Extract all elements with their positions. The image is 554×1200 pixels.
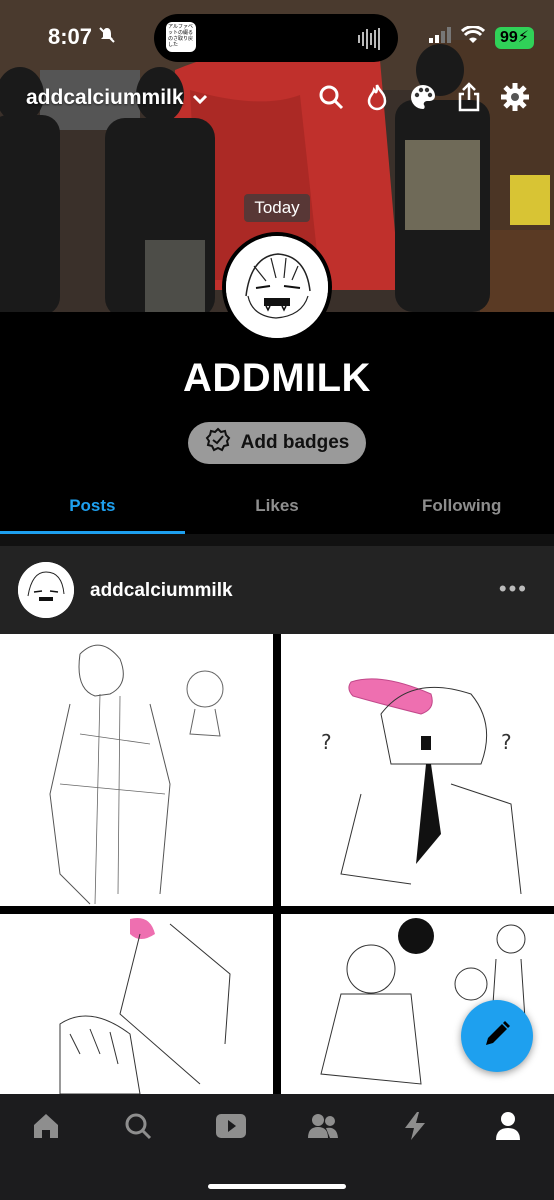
home-icon	[31, 1111, 61, 1146]
signal-icon	[428, 27, 451, 48]
battery-indicator: 99⚡	[494, 26, 534, 49]
post-image-2[interactable]: ? ?	[281, 634, 554, 906]
nav-home[interactable]	[16, 1108, 76, 1148]
tab-posts[interactable]: Posts	[0, 484, 185, 534]
share-icon[interactable]	[454, 82, 484, 112]
dynamic-island[interactable]: アルファベットの綴るのさ取り戻した	[154, 14, 398, 62]
post-image-3[interactable]	[0, 914, 273, 1094]
post-author-name[interactable]: addcalciummilk	[90, 580, 233, 602]
search-icon[interactable]	[316, 82, 346, 112]
charging-bolt-icon: ⚡	[517, 28, 529, 46]
audio-waveform-icon	[358, 28, 380, 50]
wifi-icon	[460, 25, 485, 49]
nav-search[interactable]	[108, 1108, 168, 1148]
chevron-down-icon	[192, 86, 208, 110]
island-app-thumbnail: アルファベットの綴るのさ取り戻した	[166, 22, 196, 52]
badge-icon	[205, 427, 231, 459]
status-indicators: 99⚡	[428, 25, 534, 49]
more-options-icon[interactable]: •••	[499, 576, 528, 602]
divider	[0, 534, 554, 546]
profile-tabs: Posts Likes Following	[0, 484, 554, 534]
palette-icon[interactable]	[408, 82, 438, 112]
people-icon	[307, 1112, 339, 1145]
gear-icon[interactable]	[500, 82, 530, 112]
status-bar: 8:07 アルファベットの綴るのさ取り戻した 99⚡	[0, 0, 554, 76]
video-icon	[215, 1112, 247, 1145]
blog-avatar[interactable]	[222, 232, 332, 342]
top-toolbar: addcalciummilk	[0, 76, 554, 122]
post-image-1[interactable]	[0, 634, 273, 906]
tab-likes[interactable]: Likes	[185, 484, 370, 534]
lightning-icon	[402, 1111, 428, 1146]
add-badges-label: Add badges	[240, 432, 350, 453]
pencil-icon	[482, 1019, 512, 1054]
add-badges-button[interactable]: Add badges	[188, 422, 366, 464]
post-author-avatar[interactable]	[18, 562, 74, 618]
nav-account[interactable]	[478, 1108, 538, 1148]
nav-activity[interactable]	[385, 1108, 445, 1148]
tab-following[interactable]: Following	[369, 484, 554, 534]
fire-icon[interactable]	[362, 82, 392, 112]
blog-title: ADDMILK	[183, 356, 371, 400]
blog-switcher[interactable]: addcalciummilk	[26, 86, 208, 110]
account-icon	[494, 1111, 522, 1146]
today-label: Today	[244, 194, 310, 222]
bell-slash-icon	[98, 24, 116, 50]
question-mark-text: ?	[501, 730, 512, 754]
question-mark-text: ?	[321, 730, 332, 754]
search-icon	[123, 1111, 153, 1146]
status-time: 8:07	[48, 24, 116, 50]
nav-communities[interactable]	[293, 1108, 353, 1148]
post-header: addcalciummilk •••	[0, 546, 554, 634]
home-indicator	[208, 1184, 346, 1189]
nav-video[interactable]	[201, 1108, 261, 1148]
compose-button[interactable]	[461, 1000, 533, 1072]
